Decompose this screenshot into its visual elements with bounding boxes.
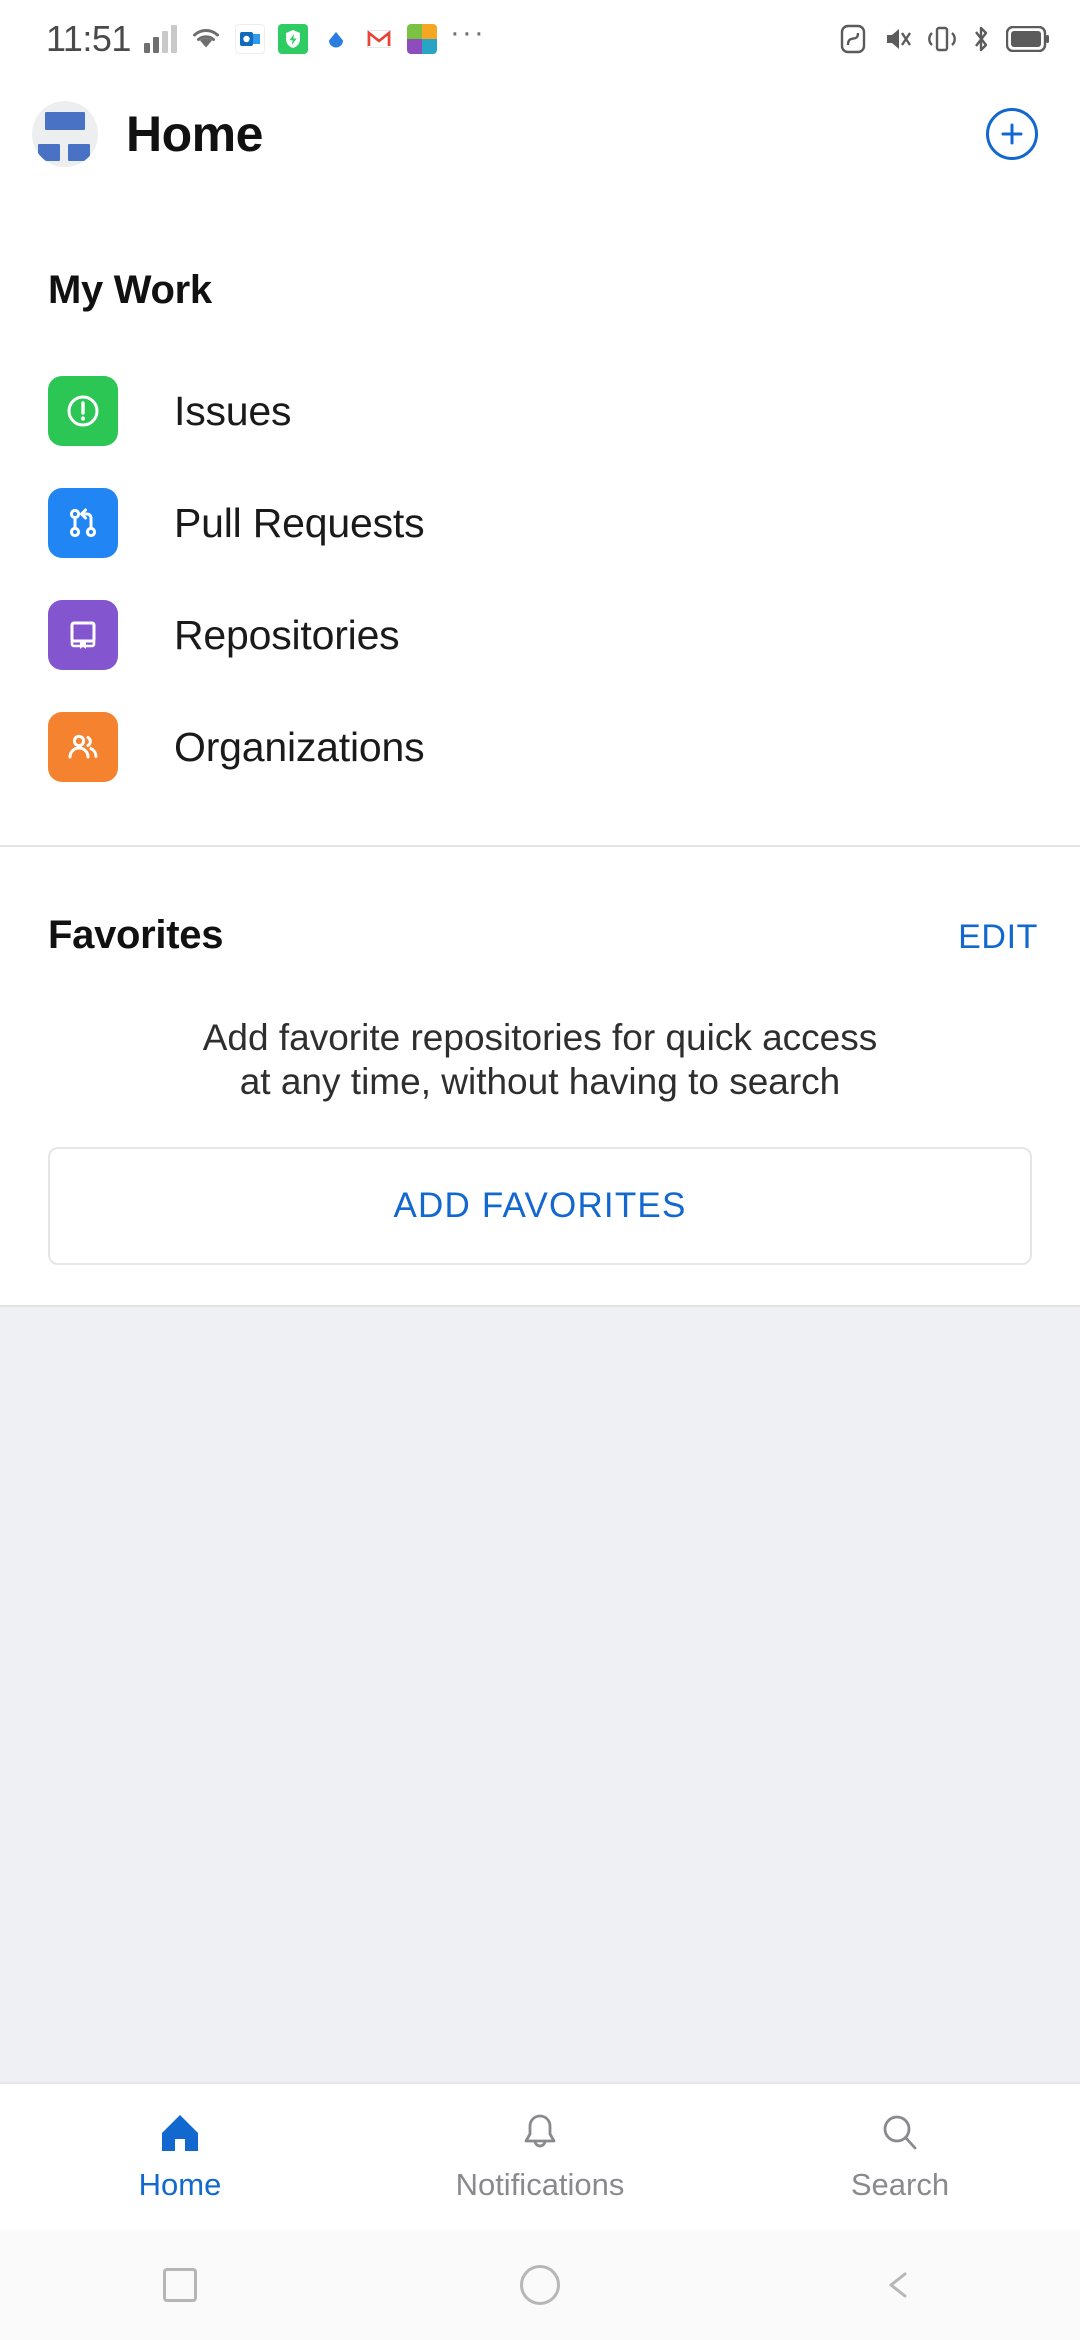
nav-tab-home[interactable]: Home xyxy=(0,2111,360,2203)
battery-icon xyxy=(1006,26,1050,52)
nav-tab-search[interactable]: Search xyxy=(720,2111,1080,2203)
nav-tab-notifications[interactable]: Notifications xyxy=(360,2111,720,2203)
favorites-empty-line-2: at any time, without having to search xyxy=(239,1060,841,1102)
my-work-item-label: Issues xyxy=(174,387,292,434)
user-avatar[interactable] xyxy=(32,101,98,167)
my-work-heading: My Work xyxy=(48,268,212,312)
home-icon xyxy=(162,2115,198,2151)
page-title: Home xyxy=(126,106,263,162)
plus-icon xyxy=(1001,123,1023,145)
system-navigation-bar xyxy=(0,2230,1080,2340)
status-bar-left: 11:51 ··· xyxy=(46,18,486,60)
home-circle-icon xyxy=(520,2265,560,2305)
more-notifications-icon: ··· xyxy=(449,16,486,49)
my-work-item-label: Pull Requests xyxy=(174,499,425,546)
bottom-navigation: Home Notifications Search xyxy=(0,2082,1080,2230)
favorites-heading: Favorites xyxy=(48,913,224,957)
favorites-empty-line-1: Add favorite repositories for quick acce… xyxy=(202,1017,878,1058)
my-work-list: Issues Pull Requests Repositories Organi… xyxy=(0,313,1080,803)
outlook-app-icon xyxy=(234,24,265,54)
back-button[interactable] xyxy=(720,2264,1080,2306)
avatar-shape-top xyxy=(45,112,85,130)
app-root: 11:51 ··· Home My Work Issues Pull Reque… xyxy=(0,0,1080,2340)
app-header: Home xyxy=(0,78,1080,190)
favorites-empty-state: Add favorite repositories for quick acce… xyxy=(0,1016,1080,1103)
my-work-item-repositories[interactable]: Repositories xyxy=(0,579,1080,691)
add-button[interactable] xyxy=(986,108,1038,160)
back-triangle-icon xyxy=(889,2272,907,2298)
add-favorites-button-label: ADD FAVORITES xyxy=(393,1186,687,1226)
status-bar: 11:51 ··· xyxy=(0,0,1080,78)
gmail-app-icon xyxy=(363,24,394,54)
my-work-item-label: Repositories xyxy=(174,611,400,658)
organization-people-icon xyxy=(48,712,118,782)
my-work-item-pull-requests[interactable]: Pull Requests xyxy=(0,467,1080,579)
vibrate-icon xyxy=(928,24,956,54)
home-button[interactable] xyxy=(360,2265,720,2305)
main-content: My Work Issues Pull Requests Repositorie… xyxy=(0,190,1080,2082)
nav-tab-label: Search xyxy=(850,2167,950,2202)
signal-bars-icon xyxy=(143,25,177,53)
search-icon xyxy=(883,2115,917,2150)
bluetooth-icon xyxy=(971,24,991,54)
repo-book-icon xyxy=(48,600,118,670)
nav-tab-label: Home xyxy=(138,2167,222,2202)
dropbox-app-icon xyxy=(320,24,351,54)
add-favorites-button[interactable]: ADD FAVORITES xyxy=(48,1147,1032,1266)
recents-square-icon xyxy=(163,2268,197,2302)
nav-tab-label: Notifications xyxy=(455,2167,625,2202)
mute-icon xyxy=(881,25,913,53)
my-work-item-organizations[interactable]: Organizations xyxy=(0,691,1080,803)
content-filler xyxy=(0,1305,1080,2082)
shield-app-icon xyxy=(277,24,308,54)
wifi-icon xyxy=(190,25,222,53)
avatar-shape-bottom-left xyxy=(38,144,60,161)
app-grid-icon xyxy=(406,24,437,54)
favorites-edit-link[interactable]: EDIT xyxy=(958,918,1038,957)
my-work-item-issues[interactable]: Issues xyxy=(0,355,1080,467)
avatar-shape-bottom-right xyxy=(68,144,90,161)
bell-icon xyxy=(524,2114,556,2148)
recents-button[interactable] xyxy=(0,2268,360,2302)
git-pull-request-icon xyxy=(48,488,118,558)
status-time: 11:51 xyxy=(46,18,131,59)
status-bar-right xyxy=(840,24,1050,54)
nfc-icon xyxy=(840,24,866,54)
my-work-item-label: Organizations xyxy=(174,723,425,770)
issue-opened-icon xyxy=(48,376,118,446)
favorites-header: Favorites EDIT xyxy=(0,847,1080,958)
